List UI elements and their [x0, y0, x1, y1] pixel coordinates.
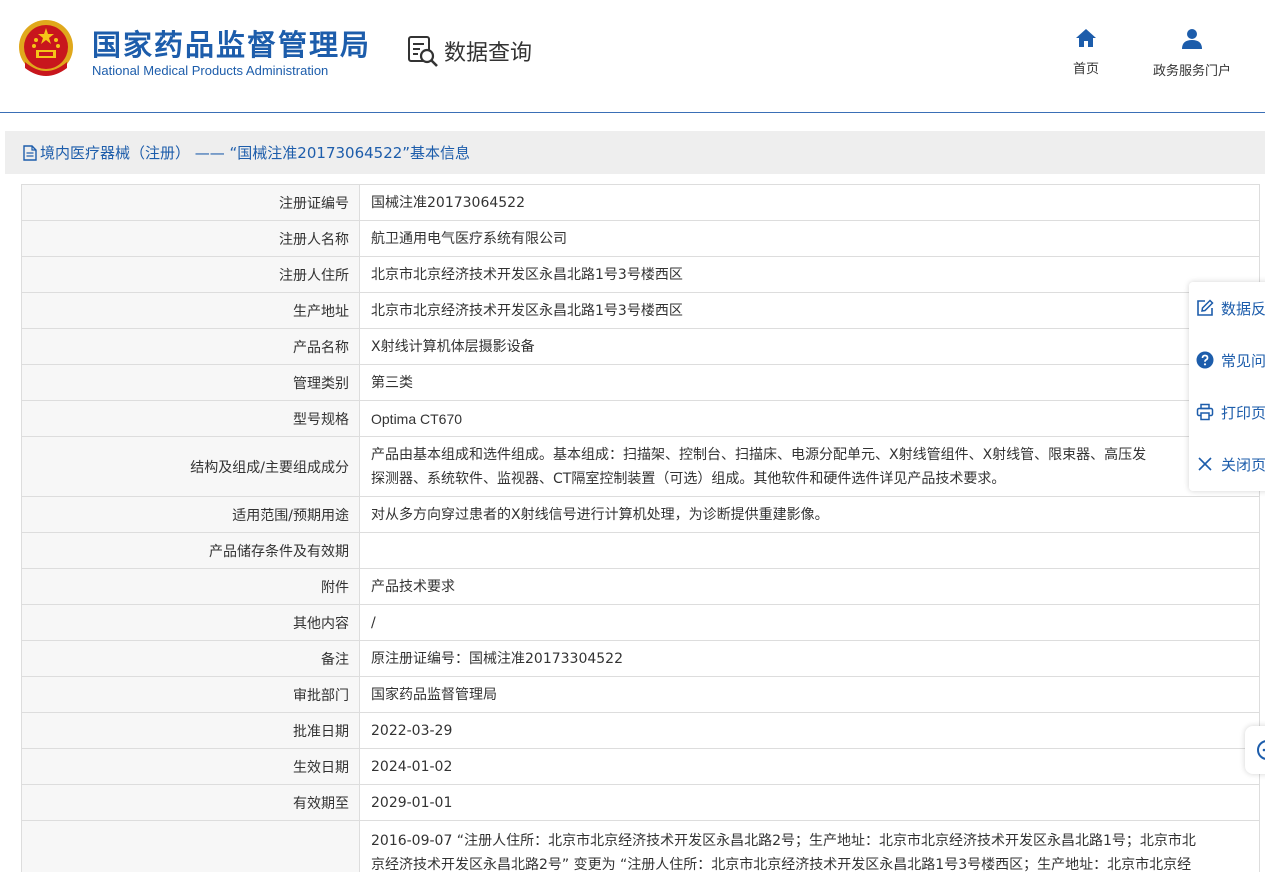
- table-row: 适用范围/预期用途 对从多方向穿过患者的X射线信号进行计算机处理，为诊断提供重建…: [21, 496, 1260, 533]
- row-value: X射线计算机体层摄影设备: [359, 328, 1260, 365]
- row-value: 国家药品监督管理局: [359, 676, 1260, 713]
- home-icon: [1076, 29, 1096, 47]
- nav-home-label: 首页: [1072, 62, 1099, 77]
- row-value-line: 京经济技术开发区永昌北路2号” 变更为 “注册人住所：北京市北京经济技术开发区永…: [371, 857, 1192, 872]
- nav-portal-link[interactable]: 政务服务门户: [1143, 28, 1241, 79]
- row-value-line: 产品由基本组成和选件组成。基本组成：扫描架、控制台、扫描床、电源分配单元、X射线…: [371, 446, 1147, 463]
- table-row: 备注 原注册证编号：国械注准20173304522: [21, 640, 1260, 677]
- row-label: 注册证编号: [21, 184, 360, 221]
- row-value: 北京市北京经济技术开发区永昌北路1号3号楼西区: [359, 256, 1260, 293]
- row-value: 产品技术要求: [359, 568, 1260, 605]
- print-button[interactable]: 打印页: [1189, 386, 1265, 438]
- row-label: 附件: [21, 568, 360, 605]
- row-value: 2016-09-07 “注册人住所：北京市北京经济技术开发区永昌北路2号；生产地…: [359, 820, 1260, 872]
- row-label: 注册人住所: [21, 256, 360, 293]
- table-row: 其他内容 /: [21, 604, 1260, 641]
- table-row: 型号规格 Optima CT670: [21, 400, 1260, 437]
- page-title-bar: 境内医疗器械（注册） —— “国械注准20173064522”基本信息: [5, 131, 1265, 174]
- row-value: 北京市北京经济技术开发区永昌北路1号3号楼西区: [359, 292, 1260, 329]
- row-label: 有效期至: [21, 784, 360, 821]
- feedback-button[interactable]: 数据反: [1189, 282, 1265, 334]
- help-icon: [1196, 351, 1214, 369]
- row-label: 批准日期: [21, 712, 360, 749]
- table-row: 产品储存条件及有效期: [21, 532, 1260, 569]
- brand-name-en: National Medical Products Administration: [92, 63, 329, 78]
- row-value: 2029-01-01: [359, 784, 1260, 821]
- table-row: 注册证编号 国械注准20173064522: [21, 184, 1260, 221]
- table-row: 注册人名称 航卫通用电气医疗系统有限公司: [21, 220, 1260, 257]
- table-row: 生产地址 北京市北京经济技术开发区永昌北路1号3号楼西区: [21, 292, 1260, 329]
- row-label: 结构及组成/主要组成成分: [21, 436, 360, 497]
- row-value: /: [359, 604, 1260, 641]
- brand-name-cn: 国家药品监督管理局: [92, 28, 372, 62]
- row-label: 产品储存条件及有效期: [21, 532, 360, 569]
- row-value: [359, 532, 1260, 569]
- chat-assistant-button[interactable]: [1245, 726, 1265, 774]
- row-value: 原注册证编号：国械注准20173304522: [359, 640, 1260, 677]
- print-label: 打印页: [1221, 403, 1265, 422]
- table-row: 生效日期 2024-01-02: [21, 748, 1260, 785]
- nav-portal-label: 政务服务门户: [1152, 64, 1231, 79]
- row-value: Optima CT670: [359, 400, 1260, 437]
- page-title: 境内医疗器械（注册） —— “国械注准20173064522”基本信息: [40, 144, 471, 162]
- nav-home-link[interactable]: 首页: [1065, 28, 1107, 77]
- table-row: 附件 产品技术要求: [21, 568, 1260, 605]
- close-page-button[interactable]: 关闭页: [1189, 438, 1265, 490]
- row-label: 备注: [21, 640, 360, 677]
- row-value: 产品由基本组成和选件组成。基本组成：扫描架、控制台、扫描床、电源分配单元、X射线…: [359, 436, 1260, 497]
- row-label: 适用范围/预期用途: [21, 496, 360, 533]
- row-label: 产品名称: [21, 328, 360, 365]
- faq-button[interactable]: 常见问: [1189, 334, 1265, 386]
- row-value: 航卫通用电气医疗系统有限公司: [359, 220, 1260, 257]
- feedback-label: 数据反: [1221, 299, 1265, 318]
- data-query-link[interactable]: 数据查询: [406, 34, 532, 68]
- row-label: 生产地址: [21, 292, 360, 329]
- print-icon: [1196, 403, 1214, 421]
- row-value-line: 2016-09-07 “注册人住所：北京市北京经济技术开发区永昌北路2号；生产地…: [371, 833, 1196, 849]
- row-value-line: 探测器、系统软件、监视器、CT隔室控制装置（可选）组成。其他软件和硬件选件详见产…: [371, 470, 1006, 487]
- row-label: 型号规格: [21, 400, 360, 437]
- row-label: 其他内容: [21, 604, 360, 641]
- detail-table: 注册证编号 国械注准20173064522 注册人名称 航卫通用电气医疗系统有限…: [21, 184, 1260, 872]
- row-value: 国械注准20173064522: [359, 184, 1260, 221]
- document-icon: [23, 144, 37, 161]
- row-label: 注册人名称: [21, 220, 360, 257]
- row-value: 第三类: [359, 364, 1260, 401]
- row-label: 生效日期: [21, 748, 360, 785]
- table-row: 批准日期 2022-03-29: [21, 712, 1260, 749]
- data-query-label: 数据查询: [444, 41, 533, 66]
- chat-icon: [1257, 740, 1265, 760]
- row-value: 对从多方向穿过患者的X射线信号进行计算机处理，为诊断提供重建影像。: [359, 496, 1260, 533]
- table-row: 结构及组成/主要组成成分 产品由基本组成和选件组成。基本组成：扫描架、控制台、扫…: [21, 436, 1260, 497]
- table-row: 审批部门 国家药品监督管理局: [21, 676, 1260, 713]
- table-row: 管理类别 第三类: [21, 364, 1260, 401]
- table-row: 产品名称 X射线计算机体层摄影设备: [21, 328, 1260, 365]
- row-label: 管理类别: [21, 364, 360, 401]
- user-icon: [1182, 29, 1202, 49]
- floating-tool-panel: 数据反 常见问 打印页 关闭页: [1189, 282, 1265, 491]
- edit-icon: [1197, 299, 1214, 316]
- row-label: 审批部门: [21, 676, 360, 713]
- table-row: 有效期至 2029-01-01: [21, 784, 1260, 821]
- table-row: 2016-09-07 “注册人住所：北京市北京经济技术开发区永昌北路2号；生产地…: [21, 820, 1260, 872]
- national-emblem-logo: [19, 20, 73, 76]
- site-header: 国家药品监督管理局 National Medical Products Admi…: [0, 0, 1265, 113]
- faq-label: 常见问: [1221, 351, 1265, 370]
- table-row: 注册人住所 北京市北京经济技术开发区永昌北路1号3号楼西区: [21, 256, 1260, 293]
- detail-table-container: 注册证编号 国械注准20173064522 注册人名称 航卫通用电气医疗系统有限…: [21, 184, 1260, 872]
- close-icon: [1198, 457, 1212, 471]
- row-label: [21, 820, 360, 872]
- close-page-label: 关闭页: [1221, 455, 1265, 474]
- row-value: 2024-01-02: [359, 748, 1260, 785]
- data-query-icon: [408, 36, 438, 67]
- row-value: 2022-03-29: [359, 712, 1260, 749]
